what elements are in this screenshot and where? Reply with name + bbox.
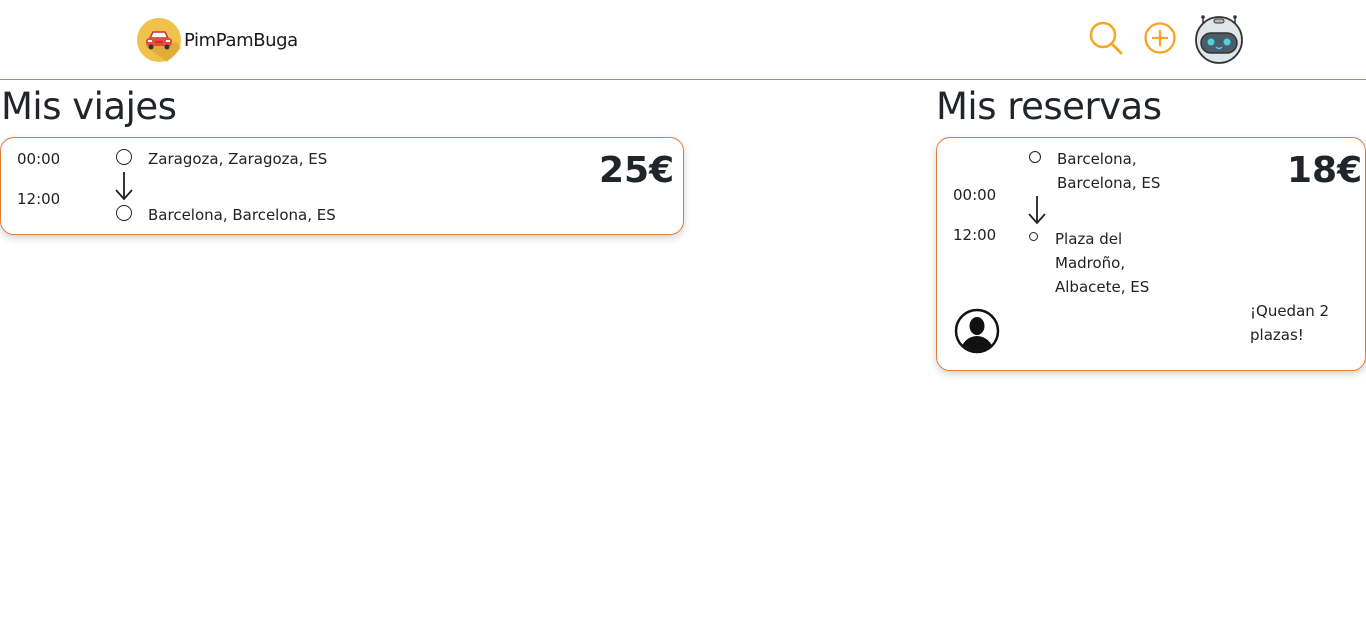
seats-left-label: ¡Quedan 2 plazas! [1250,302,1330,344]
destination-marker-icon [116,205,132,221]
destination-location: Barcelona, Barcelona, ES [148,206,336,224]
profile-avatar-button[interactable] [1194,14,1244,64]
arrow-down-icon [1028,196,1046,225]
driver-avatar-icon[interactable] [954,308,1000,354]
destination-marker-icon [1029,232,1038,241]
origin-marker-icon [116,149,132,165]
arrow-down-icon [115,172,133,201]
destination-location: Plaza del Madroño, Albacete, ES [1055,230,1150,296]
arrival-time: 12:00 [17,190,61,208]
trips-section-title: Mis viajes [1,85,177,128]
trip-price: 25€ [599,150,675,191]
reservation-price: 18€ [1287,150,1363,191]
search-icon [1089,21,1123,55]
brand-link[interactable]: PimPamBuga [137,18,298,62]
robot-avatar-icon [1195,15,1243,64]
add-trip-button[interactable] [1143,21,1177,55]
trip-card[interactable]: 00:00 12:00 Zaragoza, Zaragoza, ES Barce… [0,137,684,235]
plus-circle-icon [1144,22,1176,54]
car-logo-icon [137,18,181,62]
origin-marker-icon [1029,151,1041,163]
origin-location: Barcelona, Barcelona, ES [1057,150,1161,192]
brand-name: PimPamBuga [184,29,298,51]
search-button[interactable] [1088,20,1124,56]
reservation-card[interactable]: 00:00 12:00 Barcelona, Barcelona, ES Pla… [936,137,1366,371]
top-navbar: PimPamBuga [0,0,1366,80]
reservations-section-title: Mis reservas [936,85,1162,128]
departure-time: 00:00 [17,150,61,168]
origin-location: Zaragoza, Zaragoza, ES [148,150,328,168]
departure-time: 00:00 [953,186,997,204]
arrival-time: 12:00 [953,226,997,244]
